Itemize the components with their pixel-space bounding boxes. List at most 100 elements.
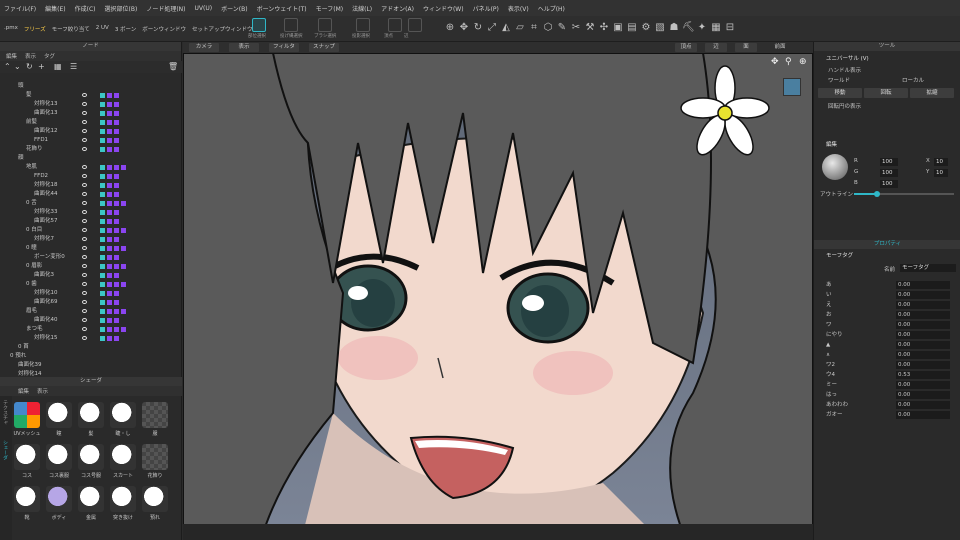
tree-node[interactable]: 前髪 xyxy=(0,118,176,127)
material-swatch[interactable] xyxy=(107,309,112,314)
x-field[interactable]: 10 xyxy=(934,158,948,166)
menu-item-7[interactable]: ボーンウェイト(T) xyxy=(257,4,307,13)
morph-row[interactable]: え 0.00 xyxy=(818,300,957,310)
morph-row[interactable]: ワ2 0.00 xyxy=(818,360,957,370)
morph-value-field[interactable]: 0.00 xyxy=(896,411,950,419)
menu-item-14[interactable]: ヘルプ(H) xyxy=(538,4,565,13)
morph-row[interactable]: い 0.00 xyxy=(818,290,957,300)
toolbar-glyph-19-icon[interactable]: ▦ xyxy=(710,22,722,34)
tree-node[interactable]: 0 預れ xyxy=(0,352,176,361)
toolbar-glyph-13-icon[interactable]: ▤ xyxy=(626,22,638,34)
shader-thumbnail[interactable] xyxy=(142,486,168,512)
material-swatch[interactable] xyxy=(114,282,119,287)
material-swatch[interactable] xyxy=(107,138,112,143)
3d-viewport[interactable]: カメラ 表示 フィルタ スナップ 頂点 辺 面 前面 ✥ ⚲ ⊕ xyxy=(183,42,813,524)
material-swatch[interactable] xyxy=(100,111,105,116)
visibility-eye-icon[interactable] xyxy=(82,309,87,313)
toolbar-glyph-9-icon[interactable]: ✂ xyxy=(570,22,582,34)
toolbar-glyph-14-icon[interactable]: ⚙ xyxy=(640,22,652,34)
tree-node[interactable]: 曲面化69 xyxy=(0,298,176,307)
arrow-up-icon[interactable]: ⌃ xyxy=(4,62,11,71)
trash-icon[interactable]: 🗑 xyxy=(168,62,178,71)
node-menu-edit[interactable]: 編集 xyxy=(6,52,17,60)
viewport-snap-menu[interactable]: スナップ xyxy=(309,43,339,52)
morph-value-field[interactable]: 0.00 xyxy=(896,281,950,289)
material-swatch[interactable] xyxy=(107,246,112,251)
menu-item-9[interactable]: 法線(L) xyxy=(352,4,372,13)
material-swatch[interactable] xyxy=(121,282,126,287)
toolbar-glyph-1-icon[interactable]: ✥ xyxy=(458,22,470,34)
toolbar-glyph-2-icon[interactable]: ↻ xyxy=(472,22,484,34)
viewport-camera-menu[interactable]: カメラ xyxy=(189,43,219,52)
universal-tool-heading[interactable]: ユニバーサル (V) xyxy=(826,54,869,62)
morph-row[interactable]: ミー 0.00 xyxy=(818,380,957,390)
mode-edge-button[interactable]: 辺 xyxy=(705,43,727,52)
toolbar-item-5[interactable]: ボーンウィンドウ xyxy=(142,25,186,33)
visibility-eye-icon[interactable] xyxy=(82,300,87,304)
toolbar-glyph-18-icon[interactable]: ✦ xyxy=(696,22,708,34)
toolbar-glyph-0-icon[interactable]: ⊕ xyxy=(444,22,456,34)
shader-thumbnail[interactable] xyxy=(78,486,104,512)
tree-node[interactable]: 曲面化57 xyxy=(0,217,176,226)
tree-node[interactable]: 対称化13 xyxy=(0,100,176,109)
material-swatch[interactable] xyxy=(121,201,126,206)
material-swatch[interactable] xyxy=(100,309,105,314)
material-swatch[interactable] xyxy=(100,318,105,323)
view-cube[interactable] xyxy=(783,78,801,96)
toolbar-glyph-16-icon[interactable]: ☗ xyxy=(668,22,680,34)
material-swatch[interactable] xyxy=(100,219,105,224)
tree-node[interactable]: 曲面化3 xyxy=(0,271,176,280)
pivot-show-checkbox[interactable]: 回転円の表示 xyxy=(828,102,861,110)
tree-node[interactable]: 曲面化12 xyxy=(0,127,176,136)
material-swatch[interactable] xyxy=(100,138,105,143)
visibility-eye-icon[interactable] xyxy=(82,111,87,115)
front-view-label[interactable]: 前面 xyxy=(769,43,791,52)
material-swatch[interactable] xyxy=(121,246,126,251)
morph-value-field[interactable]: 0.00 xyxy=(896,321,950,329)
viewport-filter-menu[interactable]: フィルタ xyxy=(269,43,299,52)
material-swatch[interactable] xyxy=(100,120,105,125)
shader-thumbnail[interactable] xyxy=(110,486,136,512)
toolbar-glyph-10-icon[interactable]: ⚒ xyxy=(584,22,596,34)
morph-row[interactable]: ワ 0.00 xyxy=(818,320,957,330)
material-swatch[interactable] xyxy=(114,273,119,278)
shader-thumbnail[interactable] xyxy=(142,402,168,428)
material-swatch[interactable] xyxy=(114,291,119,296)
shader-menu-view[interactable]: 表示 xyxy=(37,387,48,395)
menu-item-10[interactable]: アドオン(A) xyxy=(381,4,414,13)
morph-row[interactable]: ∧ 0.00 xyxy=(818,350,957,360)
morph-row[interactable]: にやり 0.00 xyxy=(818,330,957,340)
shader-thumbnail[interactable] xyxy=(78,402,104,428)
tree-node[interactable]: 対称化7 xyxy=(0,235,176,244)
visibility-eye-icon[interactable] xyxy=(82,138,87,142)
menu-item-8[interactable]: モーフ(M) xyxy=(316,4,344,13)
visibility-eye-icon[interactable] xyxy=(82,228,87,232)
material-swatch[interactable] xyxy=(121,309,126,314)
material-swatch[interactable] xyxy=(107,165,112,170)
material-swatch[interactable] xyxy=(114,255,119,260)
material-swatch[interactable] xyxy=(114,336,119,341)
mode-face-button[interactable]: 面 xyxy=(735,43,757,52)
visibility-eye-icon[interactable] xyxy=(82,264,87,268)
tree-node[interactable]: 曲面化44 xyxy=(0,190,176,199)
shader-thumbnail[interactable] xyxy=(110,444,136,470)
material-swatch[interactable] xyxy=(107,336,112,341)
material-swatch[interactable] xyxy=(107,282,112,287)
scale-button[interactable]: 拡縮 xyxy=(910,88,954,98)
material-swatch[interactable] xyxy=(114,129,119,134)
tree-node[interactable]: 0 歯 xyxy=(0,280,176,289)
material-swatch[interactable] xyxy=(114,183,119,188)
toolbar-glyph-12-icon[interactable]: ▣ xyxy=(612,22,624,34)
material-swatch[interactable] xyxy=(121,327,126,332)
tree-node[interactable]: 地肌 xyxy=(0,163,176,172)
g-field[interactable]: 100 xyxy=(880,169,898,177)
tree-node[interactable]: FFD2 xyxy=(0,172,176,181)
material-swatch[interactable] xyxy=(107,237,112,242)
visibility-eye-icon[interactable] xyxy=(82,255,87,259)
visibility-eye-icon[interactable] xyxy=(82,318,87,322)
material-swatch[interactable] xyxy=(107,183,112,188)
tree-node[interactable]: 対称化10 xyxy=(0,289,176,298)
visibility-eye-icon[interactable] xyxy=(82,210,87,214)
b-field[interactable]: 100 xyxy=(880,180,898,188)
material-swatch[interactable] xyxy=(107,93,112,98)
